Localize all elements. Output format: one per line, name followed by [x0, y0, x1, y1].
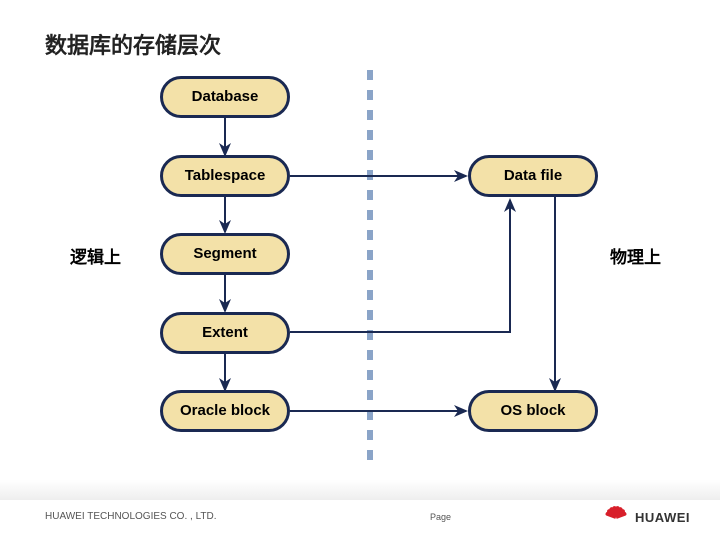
label-physical: 物理上	[610, 243, 661, 268]
footer: HUAWEI TECHNOLOGIES CO. , LTD. Page HUAW…	[0, 500, 720, 540]
node-oracle-block: Oracle block	[160, 390, 290, 432]
footer-company: HUAWEI TECHNOLOGIES CO. , LTD.	[45, 511, 217, 522]
node-tablespace: Tablespace	[160, 155, 290, 197]
node-extent: Extent	[160, 312, 290, 354]
slide: 数据库的存储层次 Database Tablespace Segment Ext…	[0, 0, 720, 540]
node-os-block: OS block	[468, 390, 598, 432]
huawei-logo-text: HUAWEI	[635, 510, 690, 525]
diagram-connectors	[0, 0, 720, 540]
footer-gradient	[0, 480, 720, 500]
label-logical: 逻辑上	[70, 243, 121, 268]
page-title: 数据库的存储层次	[45, 28, 221, 60]
huawei-logo-icon	[601, 502, 631, 532]
node-data-file: Data file	[468, 155, 598, 197]
node-database: Database	[160, 76, 290, 118]
huawei-logo: HUAWEI	[601, 502, 690, 532]
node-segment: Segment	[160, 233, 290, 275]
footer-page: Page	[430, 512, 451, 522]
